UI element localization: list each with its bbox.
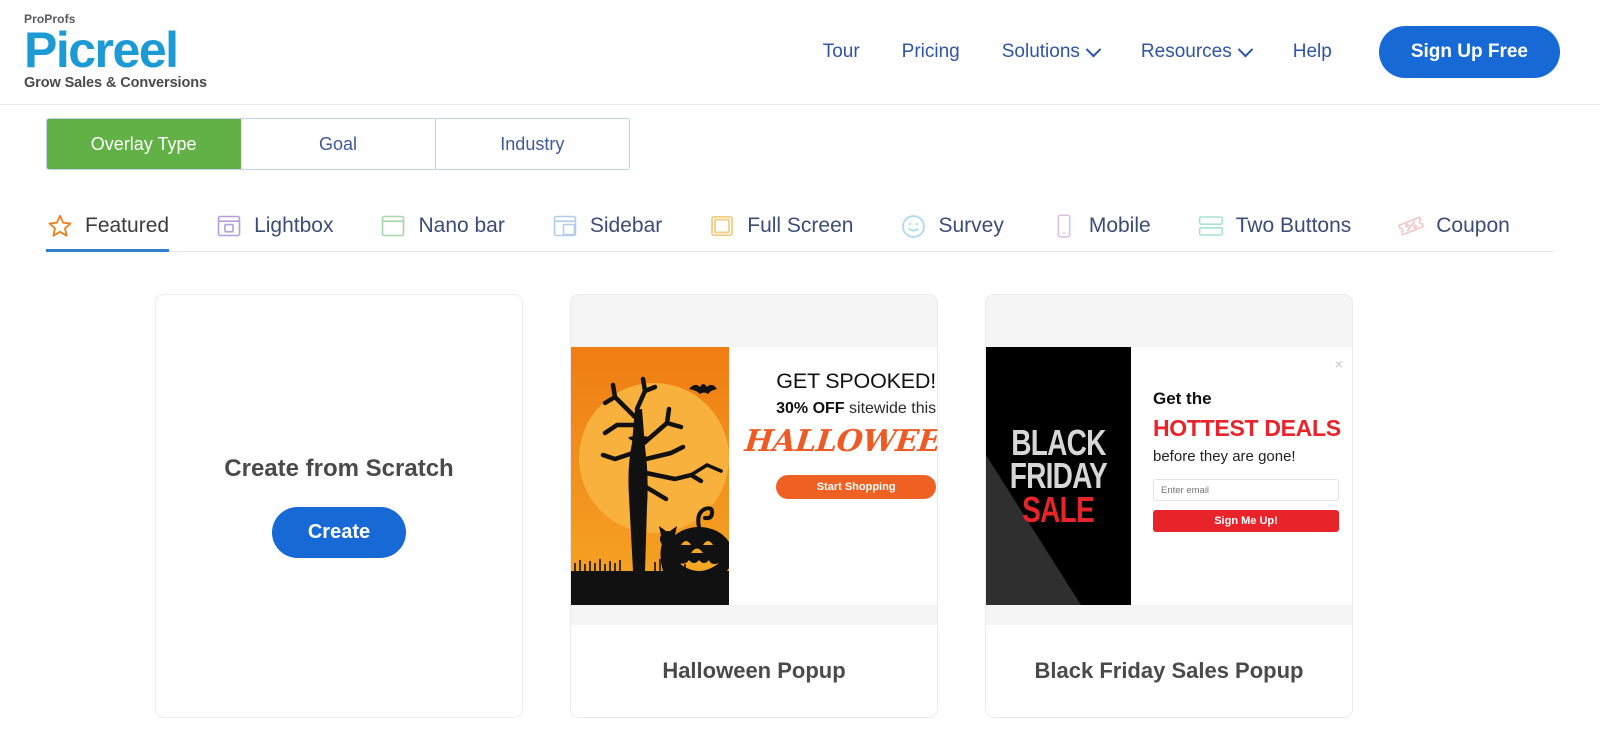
halloween-script-word: HALLOWEEN xyxy=(743,424,937,459)
halloween-discount: 30% OFF xyxy=(776,400,845,417)
tab-label: Survey xyxy=(938,214,1004,237)
main-navigation: Tour Pricing Solutions Resources Help Si… xyxy=(802,26,1560,78)
black-friday-preview: BLACK FRIDAY SALE × Get the HOTTEST DEAL… xyxy=(986,295,1352,625)
tab-sidebar[interactable]: Sidebar xyxy=(551,212,662,251)
bf-subline: before they are gone! xyxy=(1153,448,1296,465)
tab-label: Sidebar xyxy=(589,214,663,237)
tab-featured[interactable]: Featured xyxy=(46,212,170,252)
two-buttons-icon xyxy=(1197,212,1225,240)
nav-label: Solutions xyxy=(1001,41,1080,62)
segment-goal[interactable]: Goal xyxy=(241,119,436,169)
card-title: Black Friday Sales Popup xyxy=(986,625,1352,717)
tab-full-screen[interactable]: Full Screen xyxy=(708,212,853,251)
logo-picreel: Picreel xyxy=(24,22,179,79)
nano-bar-icon xyxy=(379,212,407,240)
tab-label: Mobile xyxy=(1088,214,1151,237)
nav-item-solutions[interactable]: Solutions xyxy=(981,41,1120,63)
bf-art-line-3: SALE xyxy=(1022,488,1096,530)
segment-overlay-type[interactable]: Overlay Type xyxy=(47,119,242,169)
overlay-filter-segmented-control: Overlay Type Goal Industry xyxy=(46,118,630,170)
sidebar-icon xyxy=(551,212,579,240)
sign-me-up-button[interactable]: Sign Me Up! xyxy=(1153,510,1339,532)
halloween-headline: GET SPOOKED! xyxy=(776,369,936,393)
tab-two-buttons[interactable]: Two Buttons xyxy=(1197,212,1352,251)
start-shopping-button[interactable]: Start Shopping xyxy=(776,475,937,499)
tab-nano-bar[interactable]: Nano bar xyxy=(379,212,505,251)
sign-up-free-button[interactable]: Sign Up Free xyxy=(1378,26,1560,78)
nav-item-resources[interactable]: Resources xyxy=(1120,41,1272,63)
tab-lightbox[interactable]: Lightbox xyxy=(215,212,333,251)
chevron-down-icon xyxy=(1237,41,1254,57)
site-header: ProProfs Picreel Grow Sales & Conversion… xyxy=(0,0,1600,105)
nav-label: Resources xyxy=(1140,41,1232,62)
card-create-from-scratch[interactable]: Create from Scratch Create xyxy=(155,294,523,718)
black-friday-illustration: BLACK FRIDAY SALE xyxy=(986,347,1131,605)
halloween-scene-svg xyxy=(574,376,729,583)
tab-label: Featured xyxy=(85,214,170,237)
halloween-popup-mock: GET SPOOKED! 30% OFF sitewide this HALLO… xyxy=(571,347,937,605)
black-friday-popup-mock: BLACK FRIDAY SALE × Get the HOTTEST DEAL… xyxy=(986,347,1352,605)
chevron-down-icon xyxy=(1085,41,1102,57)
template-grid: Create from Scratch Create GET SPOOKED! … xyxy=(0,294,1600,718)
tab-label: Lightbox xyxy=(254,214,334,237)
close-icon[interactable]: × xyxy=(1335,357,1343,371)
bf-headline: Get the xyxy=(1153,389,1212,408)
create-button[interactable]: Create xyxy=(271,506,407,558)
nav-label: Pricing xyxy=(901,41,960,62)
coupon-icon xyxy=(1397,212,1425,240)
tab-survey[interactable]: Survey xyxy=(899,212,1004,251)
card-title: Create from Scratch xyxy=(224,454,454,482)
nav-label: Tour xyxy=(822,41,860,62)
tab-label: Nano bar xyxy=(418,214,505,237)
bf-emphasis: HOTTEST DEALS xyxy=(1153,415,1341,441)
halloween-illustration xyxy=(571,347,729,605)
mobile-icon xyxy=(1050,212,1078,240)
email-field[interactable] xyxy=(1153,479,1339,501)
halloween-subheadline: 30% OFF sitewide this xyxy=(776,400,936,418)
card-black-friday-popup[interactable]: BLACK FRIDAY SALE × Get the HOTTEST DEAL… xyxy=(985,294,1353,718)
nav-item-tour[interactable]: Tour xyxy=(802,41,881,63)
star-icon xyxy=(46,212,74,240)
nav-label: Help xyxy=(1292,41,1332,62)
logo-tagline: Grow Sales & Conversions xyxy=(24,75,207,92)
lightbox-icon xyxy=(215,212,243,240)
segment-industry[interactable]: Industry xyxy=(435,119,629,169)
nav-item-help[interactable]: Help xyxy=(1272,41,1353,63)
tab-label: Coupon xyxy=(1436,214,1510,237)
card-halloween-popup[interactable]: GET SPOOKED! 30% OFF sitewide this HALLO… xyxy=(570,294,938,718)
tab-label: Two Buttons xyxy=(1235,214,1352,237)
card-title: Halloween Popup xyxy=(571,625,937,717)
survey-smiley-icon xyxy=(899,212,927,240)
tab-mobile[interactable]: Mobile xyxy=(1050,212,1151,251)
category-tab-bar: Featured Lightbox Nano bar Sidebar Full … xyxy=(46,204,1554,252)
halloween-preview: GET SPOOKED! 30% OFF sitewide this HALLO… xyxy=(571,295,937,625)
black-friday-copy: × Get the HOTTEST DEALS before they are … xyxy=(1131,347,1352,605)
logo[interactable]: ProProfs Picreel Grow Sales & Conversion… xyxy=(24,13,207,91)
tab-label: Full Screen xyxy=(747,214,854,237)
full-screen-icon xyxy=(708,212,736,240)
tab-coupon[interactable]: Coupon xyxy=(1397,212,1510,251)
halloween-sub-rest: sitewide this xyxy=(844,400,937,417)
nav-item-pricing[interactable]: Pricing xyxy=(881,41,981,63)
halloween-copy: GET SPOOKED! 30% OFF sitewide this HALLO… xyxy=(729,347,937,605)
